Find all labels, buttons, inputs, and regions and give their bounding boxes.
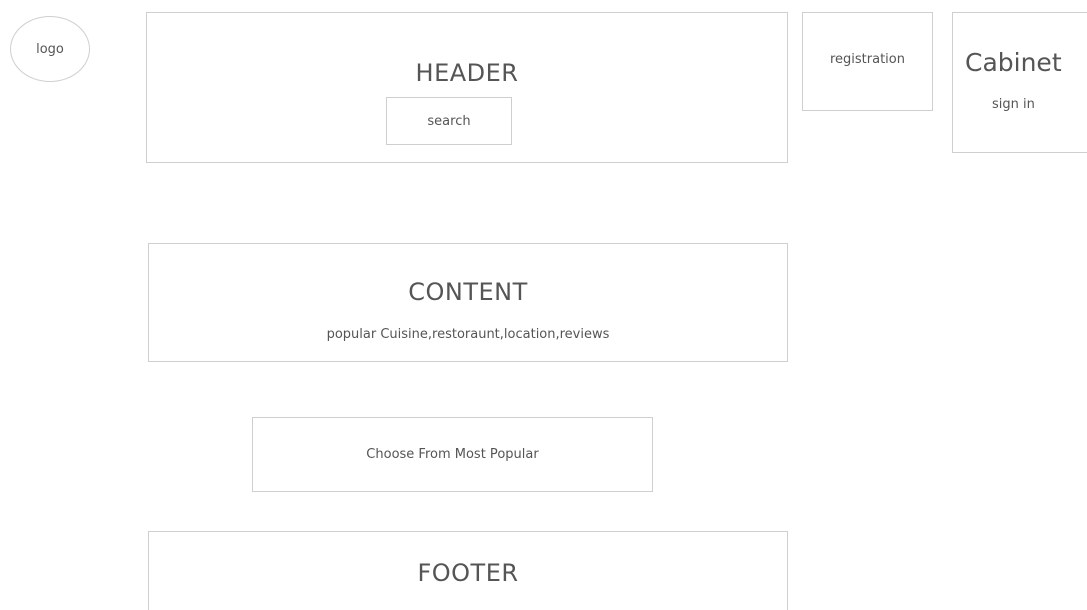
header-box: HEADER search: [146, 12, 788, 163]
sign-in-link[interactable]: sign in: [992, 97, 1035, 112]
content-title: CONTENT: [408, 278, 528, 306]
content-box: CONTENT popular Cuisine,restoraunt,locat…: [148, 243, 788, 362]
header-title: HEADER: [415, 59, 519, 87]
registration-label: registration: [829, 52, 905, 67]
logo[interactable]: logo: [10, 16, 90, 82]
content-subtitle: popular Cuisine,restoraunt,location,revi…: [326, 327, 610, 342]
footer-box: FOOTER: [148, 531, 788, 610]
footer-title: FOOTER: [417, 559, 519, 587]
choose-most-popular-button[interactable]: Choose From Most Popular: [252, 417, 653, 492]
registration-button[interactable]: registration: [802, 12, 933, 111]
cabinet-title: Cabinet: [965, 48, 1062, 77]
search-box[interactable]: search: [386, 97, 512, 145]
cabinet-box[interactable]: Cabinet sign in: [952, 12, 1087, 153]
